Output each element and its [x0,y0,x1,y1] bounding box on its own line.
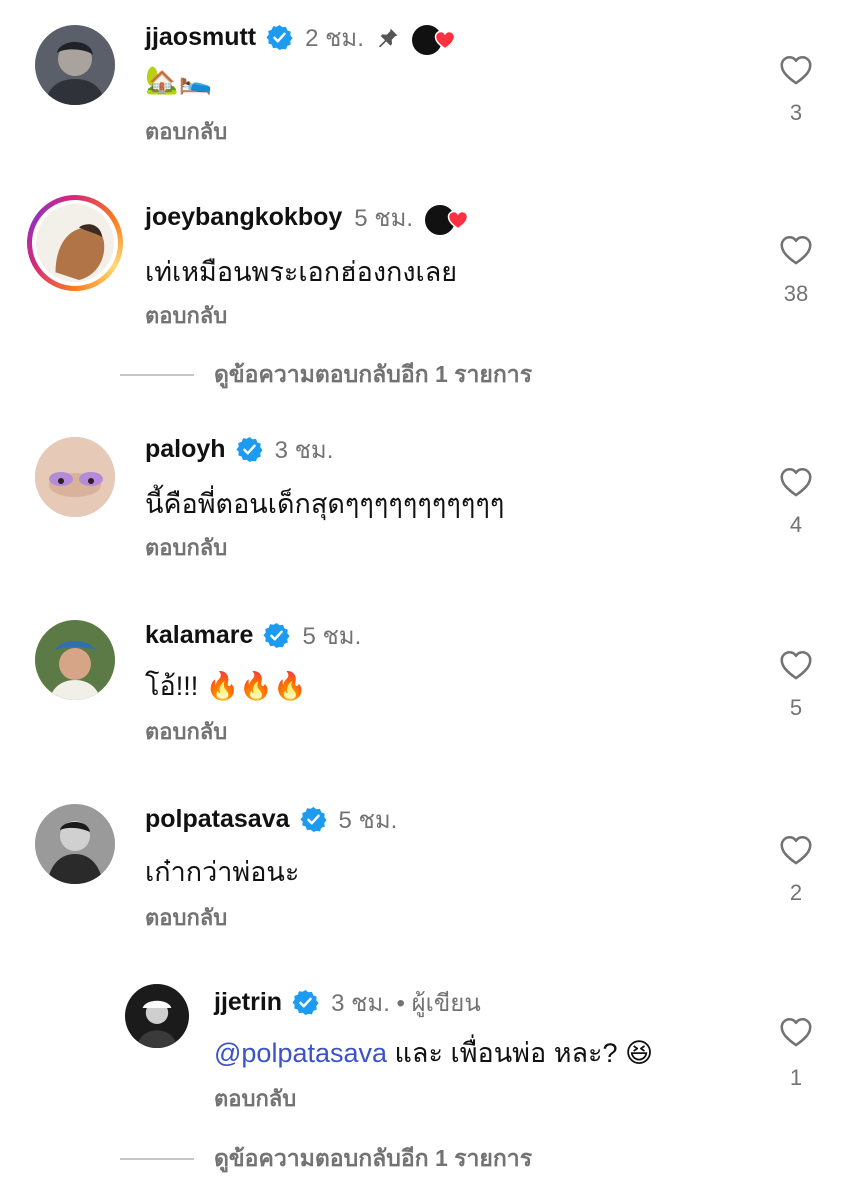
heart-outline-icon [778,832,814,868]
like-count: 4 [789,512,803,537]
comment-time: 3 ชม. [274,437,334,464]
avatar[interactable] [125,984,189,1048]
username[interactable]: jjetrin [214,988,282,1017]
reply-button[interactable]: ตอบกลับ [214,1081,296,1116]
comment-text: โอ้!!! 🔥🔥🔥 [145,671,307,701]
comment-text-body: และ เพื่อนพ่อ หละ? 😆 [387,1038,654,1068]
username[interactable]: kalamare [145,621,253,650]
verified-badge-icon [236,436,263,463]
like-button[interactable] [778,832,814,868]
verified-badge-icon [266,24,293,51]
username[interactable]: joeybangkokboy [145,203,342,232]
comment-text: @polpatasava และ เพื่อนพ่อ หละ? 😆 [214,1031,653,1074]
heart-outline-icon [778,464,814,500]
reply-button[interactable]: ตอบกลับ [145,714,227,749]
reply-button[interactable]: ตอบกลับ [145,900,227,935]
comment-time: 5 ชม. [354,205,414,232]
comment-time: 2 ชม. [305,25,364,52]
comment-text: เก๋ากว่าพ่อนะ [145,857,300,887]
comment-time: 3 ชม. • ผู้เขียน [331,990,481,1017]
like-button[interactable] [778,464,814,500]
avatar[interactable] [35,25,115,105]
view-more-replies-label: ดูข้อความตอบกลับอีก 1 รายการ [214,361,533,387]
like-button[interactable] [778,1014,814,1050]
heart-outline-icon [778,647,814,683]
comment-time: 5 ชม. [302,623,362,650]
avatar[interactable] [35,620,115,700]
reply-item: jjetrin 3 ชม. • ผู้เขียน @polpatasava แล… [0,965,858,1199]
reply-button[interactable]: ตอบกลับ [145,530,227,565]
view-more-replies-label: ดูข้อความตอบกลับอีก 1 รายการ [214,1145,533,1171]
verified-badge-icon [263,622,290,649]
avatar[interactable] [35,437,115,517]
reply-button[interactable]: ตอบกลับ [145,298,227,333]
like-count: 3 [789,100,803,125]
divider [120,1158,194,1160]
like-count: 5 [789,695,803,720]
view-more-replies[interactable]: ดูข้อความตอบกลับอีก 1 รายการ [120,1141,532,1177]
comment-item: joeybangkokboy 5 ชม. เท่เหมือนพระเอกฮ่อง… [0,180,858,400]
verified-badge-icon [292,989,319,1016]
like-count: 2 [789,880,803,905]
comment-item: jjaosmutt 2 ชม. 🏡🛌 ตอบกลับ 3 [0,0,858,180]
comment-item: kalamare 5 ชม. โอ้!!! 🔥🔥🔥 ตอบกลับ 5 [0,594,858,774]
author-liked-heart-icon [423,201,475,237]
username[interactable]: jjaosmutt [145,23,256,52]
like-count: 38 [783,281,809,306]
like-button[interactable] [778,647,814,683]
comment-text: 🏡🛌 [145,65,213,95]
comment-text: เท่เหมือนพระเอกฮ่องกงเลย [145,257,458,287]
comment-item: polpatasava 5 ชม. เก๋ากว่าพ่อนะ ตอบกลับ … [0,780,858,960]
like-button[interactable] [778,52,814,88]
verified-badge-icon [300,806,327,833]
comment-item: paloyh 3 ชม. นี้คือพี่ตอนเด็กสุดๆๆๆๆๆๆๆๆ… [0,410,858,590]
username[interactable]: polpatasava [145,805,290,834]
avatar[interactable] [27,195,123,291]
pin-icon [376,26,400,50]
heart-outline-icon [778,1014,814,1050]
view-more-replies[interactable]: ดูข้อความตอบกลับอีก 1 รายการ [120,357,532,393]
comment-time: 5 ชม. [338,807,398,834]
username[interactable]: paloyh [145,435,226,464]
divider [120,374,194,376]
avatar[interactable] [35,804,115,884]
comment-text: นี้คือพี่ตอนเด็กสุดๆๆๆๆๆๆๆๆๆๆๆ [145,489,505,519]
like-count: 1 [789,1065,803,1090]
like-button[interactable] [778,232,814,268]
author-liked-heart-icon [409,21,462,57]
heart-outline-icon [778,52,814,88]
reply-button[interactable]: ตอบกลับ [145,114,227,149]
mention-link[interactable]: @polpatasava [214,1038,387,1068]
heart-outline-icon [778,232,814,268]
